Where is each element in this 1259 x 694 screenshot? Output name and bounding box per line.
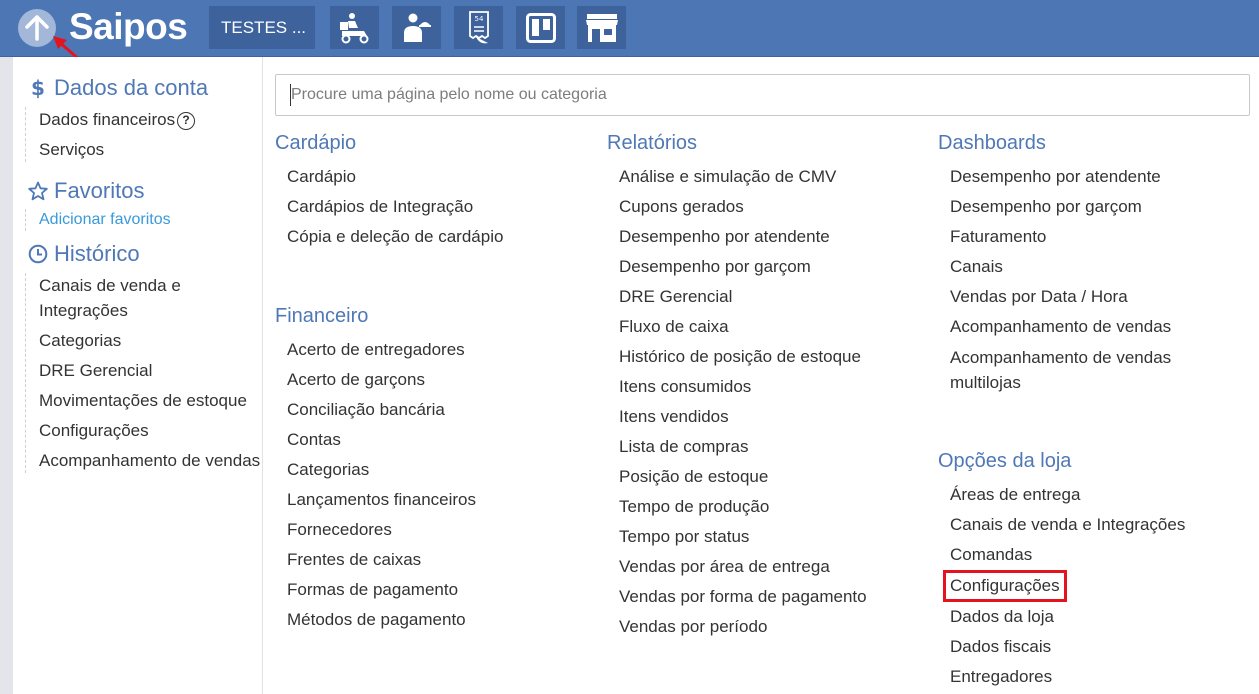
sidebar-account-header[interactable]: $ Dados da conta xyxy=(28,75,208,101)
kanban-board-button[interactable] xyxy=(516,6,565,49)
waiter-button[interactable] xyxy=(392,6,441,49)
delivery-icon xyxy=(339,12,368,43)
sidebar-item-configuracoes[interactable]: Configurações xyxy=(39,418,263,443)
link-configuracoes-wrapper: Configurações xyxy=(938,570,1238,602)
sidebar-item-canais[interactable]: Canais de venda e Integrações xyxy=(39,273,263,323)
section-relatorios: Relatórios Análise e simulação de CMV Cu… xyxy=(607,130,927,642)
sidebar-account-group: Dados financeiros? Serviços xyxy=(25,107,196,162)
link-dash-acompanhamento[interactable]: Acompanhamento de vendas xyxy=(938,312,1238,342)
link-tempo-status[interactable]: Tempo por status xyxy=(607,522,927,552)
help-icon[interactable]: ? xyxy=(177,111,196,130)
link-copia-delecao[interactable]: Cópia e deleção de cardápio xyxy=(275,222,585,252)
sidebar: $ Dados da conta Dados financeiros? Serv… xyxy=(13,57,263,694)
arrow-up-icon xyxy=(25,15,49,41)
svg-text:$: $ xyxy=(31,77,45,99)
sidebar-favorites-header[interactable]: Favoritos xyxy=(28,178,144,204)
link-tempo-producao[interactable]: Tempo de produção xyxy=(607,492,927,522)
sidebar-item-dre[interactable]: DRE Gerencial xyxy=(39,358,263,383)
svg-text:54: 54 xyxy=(474,15,483,23)
section-financeiro: Financeiro Acerto de entregadores Acerto… xyxy=(275,303,585,635)
link-analise-cmv[interactable]: Análise e simulação de CMV xyxy=(607,162,927,192)
link-metodos-pagamento[interactable]: Métodos de pagamento xyxy=(275,605,585,635)
section-title: Dashboards xyxy=(938,132,1046,154)
link-frentes-caixas[interactable]: Frentes de caixas xyxy=(275,545,585,575)
sidebar-item-movimentacoes[interactable]: Movimentações de estoque xyxy=(39,388,263,413)
link-lancamentos[interactable]: Lançamentos financeiros xyxy=(275,485,585,515)
sidebar-item-servicos[interactable]: Serviços xyxy=(39,137,195,162)
sidebar-item-label: Dados financeiros xyxy=(39,110,176,129)
link-lista-compras[interactable]: Lista de compras xyxy=(607,432,927,462)
link-dash-canais[interactable]: Canais xyxy=(938,252,1238,282)
link-areas-entrega[interactable]: Áreas de entrega xyxy=(938,480,1238,510)
star-icon xyxy=(28,181,48,201)
sidebar-item-categorias[interactable]: Categorias xyxy=(39,328,263,353)
link-posicao-estoque[interactable]: Posição de estoque xyxy=(607,462,927,492)
page-gutter xyxy=(0,57,13,694)
section-title: Opções da loja xyxy=(938,450,1072,472)
sidebar-item-dados-financeiros[interactable]: Dados financeiros? xyxy=(39,107,196,132)
sidebar-favorites-title: Favoritos xyxy=(54,178,145,203)
sidebar-item-acompanhamento[interactable]: Acompanhamento de vendas xyxy=(39,448,263,473)
link-dados-fiscais[interactable]: Dados fiscais xyxy=(938,632,1238,662)
sidebar-favorites-group: Adicionar favoritos xyxy=(25,209,171,231)
link-dre-gerencial[interactable]: DRE Gerencial xyxy=(607,282,927,312)
link-fluxo-caixa[interactable]: Fluxo de caixa xyxy=(607,312,927,342)
section-dashboards: Dashboards Desempenho por atendente Dese… xyxy=(938,130,1238,397)
link-itens-vendidos[interactable]: Itens vendidos xyxy=(607,402,927,432)
link-cupons-gerados[interactable]: Cupons gerados xyxy=(607,192,927,222)
link-acerto-garcons[interactable]: Acerto de garçons xyxy=(275,365,585,395)
kanban-board-icon xyxy=(525,12,556,43)
link-dash-acompanhamento-multilojas[interactable]: Acompanhamento de vendas multilojas xyxy=(938,342,1238,397)
sidebar-history-group: Canais de venda e Integrações Categorias… xyxy=(25,273,263,473)
link-cardapios-integracao[interactable]: Cardápios de Integração xyxy=(275,192,585,222)
top-navbar: Saipos TESTES ... 54 xyxy=(0,0,1259,57)
link-dash-faturamento[interactable]: Faturamento xyxy=(938,222,1238,252)
link-entregadores[interactable]: Entregadores xyxy=(938,662,1238,692)
section-title: Relatórios xyxy=(607,132,698,154)
clock-icon xyxy=(28,244,48,264)
section-cardapio: Cardápio Cardápio Cardápios de Integraçã… xyxy=(275,130,585,252)
section-title: Financeiro xyxy=(275,305,369,327)
store-selector-button[interactable]: TESTES ... xyxy=(209,6,315,49)
link-vendas-area[interactable]: Vendas por área de entrega xyxy=(607,552,927,582)
link-cardapio[interactable]: Cardápio xyxy=(275,162,585,192)
delivery-button[interactable] xyxy=(330,6,379,49)
sidebar-account-title: Dados da conta xyxy=(54,75,209,100)
link-vendas-forma[interactable]: Vendas por forma de pagamento xyxy=(607,582,927,612)
link-categorias[interactable]: Categorias xyxy=(275,455,585,485)
dollar-icon: $ xyxy=(28,77,48,99)
link-conciliacao[interactable]: Conciliação bancária xyxy=(275,395,585,425)
link-fornecedores[interactable]: Fornecedores xyxy=(275,515,585,545)
link-dash-vendas-data[interactable]: Vendas por Data / Hora xyxy=(938,282,1238,312)
link-dados-loja[interactable]: Dados da loja xyxy=(938,602,1238,632)
link-itens-consumidos[interactable]: Itens consumidos xyxy=(607,372,927,402)
section-opcoes-loja: Opções da loja Áreas de entrega Canais d… xyxy=(938,448,1238,692)
store-icon xyxy=(585,13,618,42)
link-desempenho-garcom[interactable]: Desempenho por garçom xyxy=(607,252,927,282)
order-ticket-button[interactable]: 54 xyxy=(454,6,503,49)
sidebar-history-title: Histórico xyxy=(54,241,140,266)
sidebar-history-header[interactable]: Histórico xyxy=(28,241,140,267)
link-formas-pagamento[interactable]: Formas de pagamento xyxy=(275,575,585,605)
link-dash-garcom[interactable]: Desempenho por garçom xyxy=(938,192,1238,222)
waiter-icon xyxy=(403,13,431,42)
order-ticket-icon: 54 xyxy=(468,10,489,43)
link-vendas-periodo[interactable]: Vendas por período xyxy=(607,612,927,642)
link-acerto-entregadores[interactable]: Acerto de entregadores xyxy=(275,335,585,365)
link-dash-atendente[interactable]: Desempenho por atendente xyxy=(938,162,1238,192)
link-historico-estoque[interactable]: Histórico de posição de estoque xyxy=(607,342,927,372)
add-favorites-link[interactable]: Adicionar favoritos xyxy=(39,209,171,231)
link-comandas[interactable]: Comandas xyxy=(938,540,1238,570)
link-canais-venda[interactable]: Canais de venda e Integrações xyxy=(938,510,1238,540)
section-title: Cardápio xyxy=(275,132,357,154)
search-input[interactable] xyxy=(275,74,1250,116)
link-configuracoes[interactable]: Configurações xyxy=(943,570,1067,602)
link-contas[interactable]: Contas xyxy=(275,425,585,455)
store-button[interactable] xyxy=(577,6,626,49)
text-cursor xyxy=(290,84,291,106)
link-desempenho-atendente[interactable]: Desempenho por atendente xyxy=(607,222,927,252)
